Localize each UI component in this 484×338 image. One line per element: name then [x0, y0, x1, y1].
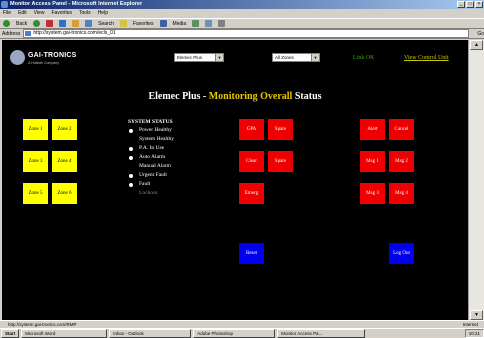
- menu-file[interactable]: File: [3, 9, 11, 18]
- scroll-up-arrow-icon[interactable]: ▲: [470, 40, 483, 50]
- close-button[interactable]: ×: [475, 1, 483, 8]
- chevron-down-icon: ▼: [311, 54, 319, 61]
- refresh-icon[interactable]: [59, 20, 67, 27]
- status-lockout: Lockout: [139, 190, 158, 196]
- view-control-unit-link[interactable]: View Control Unit: [404, 55, 449, 61]
- back-button[interactable]: Back: [16, 21, 27, 27]
- minimize-button[interactable]: _: [457, 1, 465, 8]
- menu-favorites[interactable]: Favorites: [51, 9, 72, 18]
- alert-button[interactable]: Alert: [360, 119, 385, 140]
- log-out-button[interactable]: Log Out: [389, 243, 414, 264]
- status-power-healthy: Power Healthy: [128, 126, 198, 135]
- ie-icon: [1, 1, 8, 8]
- search-icon[interactable]: [85, 20, 93, 27]
- back-arrow-icon[interactable]: [3, 20, 10, 27]
- task-word[interactable]: Microsoft Word: [21, 328, 108, 338]
- status-bar: http://system.gai-tronics.com/RMP Intern…: [0, 320, 484, 328]
- system-select-value: Elemec Plus: [177, 55, 203, 60]
- logo-subtitle: A Hubbell Company: [28, 61, 59, 65]
- taskbar: Start Microsoft Word Inbox - Outlook Ado…: [0, 328, 484, 338]
- message-3-button[interactable]: Msg 3: [360, 183, 385, 204]
- message-1-button[interactable]: Msg 1: [360, 151, 385, 172]
- page-title-prefix: Elemec Plus -: [148, 91, 209, 102]
- task-monitor-access[interactable]: Monitor Access Pa...: [277, 328, 366, 338]
- print-icon[interactable]: [218, 20, 226, 27]
- link-status: Link OK: [353, 55, 375, 61]
- menu-bar: File Edit View Favorites Tools Help: [0, 9, 484, 18]
- toolbar: Back Search Favorites Media: [0, 18, 484, 29]
- media-button[interactable]: Media: [173, 21, 187, 27]
- zone-2-button[interactable]: Zone 2: [52, 119, 77, 140]
- zone-select-value: All Zones: [275, 55, 294, 60]
- system-select[interactable]: Elemec Plus ▼: [174, 53, 224, 62]
- status-bar-url: http://system.gai-tronics.com/RMP: [8, 322, 77, 327]
- system-status-title: SYSTEM STATUS: [128, 119, 173, 125]
- start-button[interactable]: Start: [1, 328, 20, 338]
- page-title: Elemec Plus - Monitoring Overall Status: [2, 91, 468, 102]
- search-button[interactable]: Search: [98, 21, 114, 27]
- spare-2-button[interactable]: Spare: [268, 151, 293, 172]
- window-controls: _ □ ×: [457, 1, 483, 8]
- page-icon: [25, 30, 32, 36]
- menu-view[interactable]: View: [34, 9, 45, 18]
- task-outlook[interactable]: Inbox - Outlook: [109, 328, 192, 338]
- address-url: http://system.gai-tronics.com/ecls_01: [33, 30, 116, 36]
- menu-edit[interactable]: Edit: [18, 9, 27, 18]
- system-tray-clock: 10:21: [464, 328, 484, 338]
- home-icon[interactable]: [72, 20, 80, 27]
- forward-arrow-icon[interactable]: [33, 20, 41, 27]
- status-manual-alarm: Manual Alarm: [139, 163, 171, 169]
- address-input[interactable]: http://system.gai-tronics.com/ecls_01: [23, 29, 470, 38]
- status-pa-in-use: P.A. In Use: [128, 144, 198, 153]
- address-bar: Address http://system.gai-tronics.com/ec…: [0, 29, 484, 39]
- menu-tools[interactable]: Tools: [79, 9, 91, 18]
- zone-5-button[interactable]: Zone 5: [23, 183, 48, 204]
- task-photoshop[interactable]: Adobe Photoshop: [193, 328, 276, 338]
- company-logo: GAI-TRONICS A Hubbell Company: [10, 49, 82, 69]
- vertical-scrollbar[interactable]: ▲ ▼: [468, 40, 484, 320]
- menu-help[interactable]: Help: [98, 9, 108, 18]
- status-auto-alarm: Auto Alarm: [128, 153, 198, 162]
- maximize-button[interactable]: □: [466, 1, 474, 8]
- status-urgent-fault: Urgent Fault: [128, 171, 198, 180]
- favorites-icon[interactable]: [119, 20, 127, 27]
- system-status-panel: SYSTEM STATUS Power Healthy System Healt…: [128, 119, 198, 198]
- history-icon[interactable]: [192, 20, 200, 27]
- zone-3-button[interactable]: Zone 3: [23, 151, 48, 172]
- cancel-button[interactable]: Cancel: [389, 119, 414, 140]
- zone-select[interactable]: All Zones ▼: [272, 53, 320, 62]
- page-title-suffix: Status: [292, 91, 322, 102]
- scroll-down-arrow-icon[interactable]: ▼: [470, 310, 483, 320]
- chevron-down-icon: ▼: [215, 54, 223, 61]
- window-title: Monitor Access Panel - Microsoft Interne…: [10, 1, 143, 7]
- message-2-button[interactable]: Msg 2: [389, 151, 414, 172]
- reset-button[interactable]: Reset: [239, 243, 264, 264]
- logo-mark-icon: [10, 50, 25, 65]
- status-system-healthy: System Healthy: [139, 136, 174, 142]
- zone-1-button[interactable]: Zone 1: [23, 119, 48, 140]
- page-title-accent: Monitoring Overall: [208, 91, 293, 102]
- page-content: GAI-TRONICS A Hubbell Company Elemec Plu…: [2, 40, 468, 320]
- spare-1-button[interactable]: Spare: [268, 119, 293, 140]
- clear-button[interactable]: Clear: [239, 151, 264, 172]
- favorites-button[interactable]: Favorites: [133, 21, 154, 27]
- message-4-button[interactable]: Msg 4: [389, 183, 414, 204]
- emergency-button[interactable]: Emerg: [239, 183, 264, 204]
- window-title-bar: Monitor Access Panel - Microsoft Interne…: [0, 0, 484, 9]
- logo-name: GAI-TRONICS: [28, 52, 77, 59]
- mail-icon[interactable]: [205, 20, 213, 27]
- status-fault: Fault: [128, 180, 198, 189]
- gpa-button[interactable]: GPA: [239, 119, 264, 140]
- go-button[interactable]: Go: [477, 31, 484, 37]
- zone-4-button[interactable]: Zone 4: [52, 151, 77, 172]
- zone-6-button[interactable]: Zone 6: [52, 183, 77, 204]
- media-icon[interactable]: [159, 20, 167, 27]
- address-label: Address: [2, 30, 21, 37]
- stop-icon[interactable]: [46, 20, 54, 27]
